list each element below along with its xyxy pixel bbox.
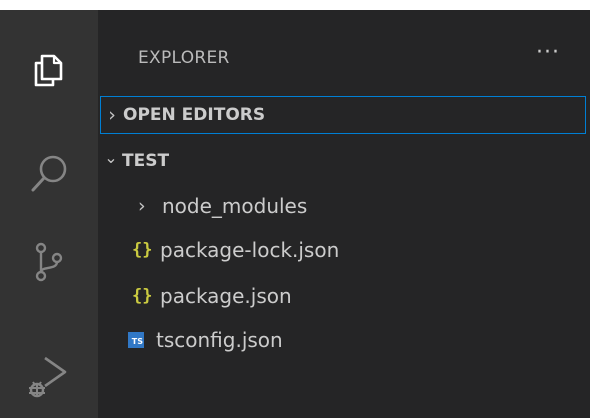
tree-item-package-lock-json[interactable]: {} package-lock.json	[132, 230, 339, 270]
section-label: TEST	[122, 151, 170, 171]
run-debug-icon	[25, 350, 73, 398]
files-icon	[29, 48, 69, 88]
more-actions-button[interactable]: ···	[536, 40, 560, 65]
json-icon: {}	[132, 286, 153, 306]
activity-explorer[interactable]	[0, 24, 98, 112]
activity-run-debug[interactable]	[0, 330, 98, 418]
vscode-window: EXPLORER ··· › OPEN EDITORS ⌄ TEST › nod…	[0, 10, 590, 418]
search-icon	[27, 152, 71, 196]
source-control-icon	[27, 240, 71, 284]
tree-item-label: package-lock.json	[160, 238, 340, 262]
activity-bar	[0, 10, 98, 418]
section-test[interactable]: ⌄ TEST	[100, 142, 586, 180]
section-label: OPEN EDITORS	[123, 105, 266, 125]
screenshot-frame: EXPLORER ··· › OPEN EDITORS ⌄ TEST › nod…	[0, 0, 590, 418]
activity-source-control[interactable]	[0, 218, 98, 306]
activity-search[interactable]	[0, 130, 98, 218]
chevron-right-icon: ›	[108, 104, 116, 126]
tree-item-label: package.json	[160, 284, 292, 308]
typescript-icon: TS	[128, 332, 144, 348]
chevron-right-icon: ›	[138, 195, 146, 217]
chevron-down-icon: ⌄	[104, 147, 118, 167]
tree-item-label: node_modules	[162, 194, 308, 218]
tree-item-package-json[interactable]: {} package.json	[132, 276, 292, 316]
sidebar-title: EXPLORER	[138, 48, 230, 68]
tree-item-tsconfig-json[interactable]: TS tsconfig.json	[128, 320, 283, 360]
section-open-editors[interactable]: › OPEN EDITORS	[100, 96, 586, 134]
tree-item-node-modules[interactable]: › node_modules	[138, 186, 307, 226]
json-icon: {}	[132, 240, 153, 260]
explorer-sidebar: EXPLORER ··· › OPEN EDITORS ⌄ TEST › nod…	[98, 10, 590, 418]
tree-item-label: tsconfig.json	[156, 328, 283, 352]
